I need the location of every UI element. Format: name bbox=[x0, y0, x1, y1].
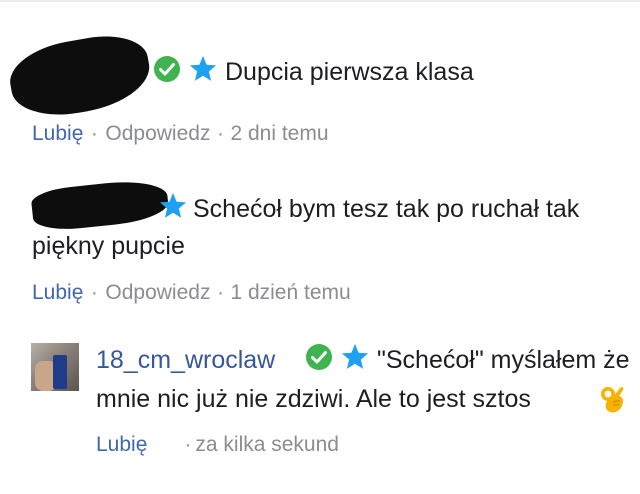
timestamp: 1 dzień temu bbox=[230, 281, 351, 304]
separator-dot: · bbox=[90, 122, 98, 145]
like-button[interactable]: Lubię bbox=[96, 433, 147, 456]
top-divider bbox=[0, 0, 640, 2]
comment-text: Dupcia pierwsza klasa bbox=[225, 58, 474, 86]
timestamp: 2 dni temu bbox=[230, 122, 329, 145]
comment-author-name[interactable]: 18_cm_wroclaw bbox=[96, 344, 275, 376]
comment-actions: Lubię · Odpowiedz · 2 dni temu bbox=[32, 121, 329, 147]
redacted-author-name bbox=[30, 177, 170, 233]
comment-text-line-1: "Schećoł" myślałem że bbox=[377, 346, 630, 374]
reply-button[interactable]: Odpowiedz bbox=[105, 122, 210, 145]
star-icon bbox=[189, 55, 217, 81]
reply-button[interactable]: Odpowiedz bbox=[105, 281, 210, 304]
comment-actions: Lubię · Odpowiedz · 1 dzień temu bbox=[32, 280, 351, 306]
avatar[interactable] bbox=[31, 343, 79, 391]
separator-dot: · bbox=[184, 433, 192, 456]
comment-text-line-1: Schećoł bym tesz tak po ruchał tak bbox=[193, 195, 580, 223]
comment-text-line-2: piękny pupcie bbox=[32, 232, 185, 260]
comment-actions: Lubię · za kilka sekund bbox=[96, 432, 339, 458]
separator-dot: · bbox=[216, 281, 224, 304]
separator-dot: · bbox=[90, 281, 98, 304]
star-icon bbox=[159, 192, 187, 218]
separator-dot: · bbox=[216, 122, 224, 145]
redacted-author-name bbox=[4, 28, 156, 124]
timestamp: za kilka sekund bbox=[195, 433, 339, 456]
star-icon bbox=[341, 343, 369, 369]
verified-check-icon bbox=[154, 56, 180, 82]
like-button[interactable]: Lubię bbox=[32, 281, 83, 304]
avatar-phone bbox=[53, 355, 67, 389]
comment-text-line-2: mnie nic już nie zdziwi. Ale to jest szt… bbox=[96, 385, 531, 413]
verified-check-icon bbox=[306, 344, 332, 370]
ok-hand-icon bbox=[601, 386, 624, 413]
like-button[interactable]: Lubię bbox=[32, 122, 83, 145]
